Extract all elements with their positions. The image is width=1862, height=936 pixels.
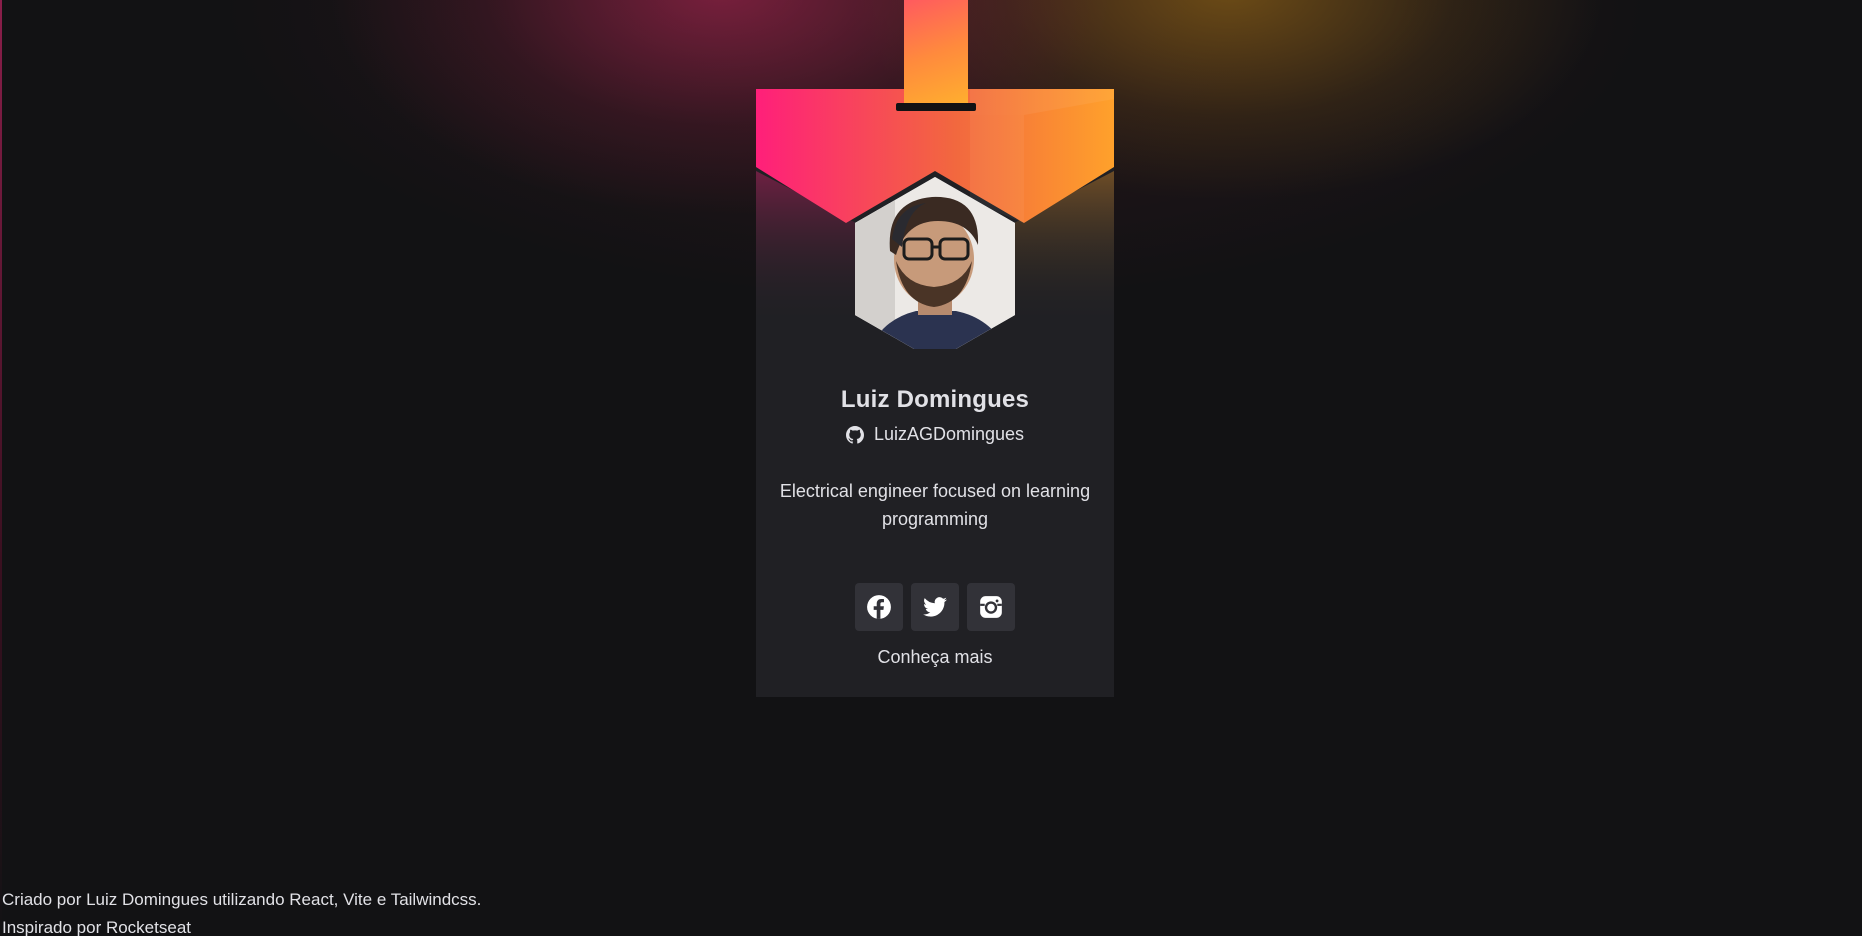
- github-username: LuizAGDomingues: [873, 424, 1025, 444]
- page-footer: Criado por Luiz Domingues utilizando Rea…: [2, 886, 481, 936]
- twitter-button[interactable]: [911, 583, 959, 631]
- footer-credits: Criado por Luiz Domingues utilizando Rea…: [2, 890, 482, 909]
- facebook-button[interactable]: [855, 583, 903, 631]
- profile-bio: Electrical engineer focused on learning …: [779, 481, 1091, 529]
- facebook-icon: [867, 595, 891, 619]
- instagram-button[interactable]: [967, 583, 1015, 631]
- twitter-icon: [923, 597, 947, 617]
- social-links: [855, 583, 1015, 631]
- profile-card: Luiz Domingues LuizAGDomingues Electrica…: [756, 89, 1114, 697]
- lanyard-strap: [904, 0, 968, 106]
- left-edge-accent: [0, 0, 2, 936]
- learn-more-link[interactable]: Conheça mais: [877, 647, 992, 668]
- lanyard-clip: [896, 103, 976, 111]
- instagram-icon: [980, 596, 1002, 618]
- github-icon: [845, 425, 864, 444]
- footer-inspiration: Inspirado por Rocketseat: [2, 918, 191, 936]
- github-link[interactable]: LuizAGDomingues: [845, 424, 1025, 445]
- profile-name: Luiz Domingues: [840, 386, 1030, 413]
